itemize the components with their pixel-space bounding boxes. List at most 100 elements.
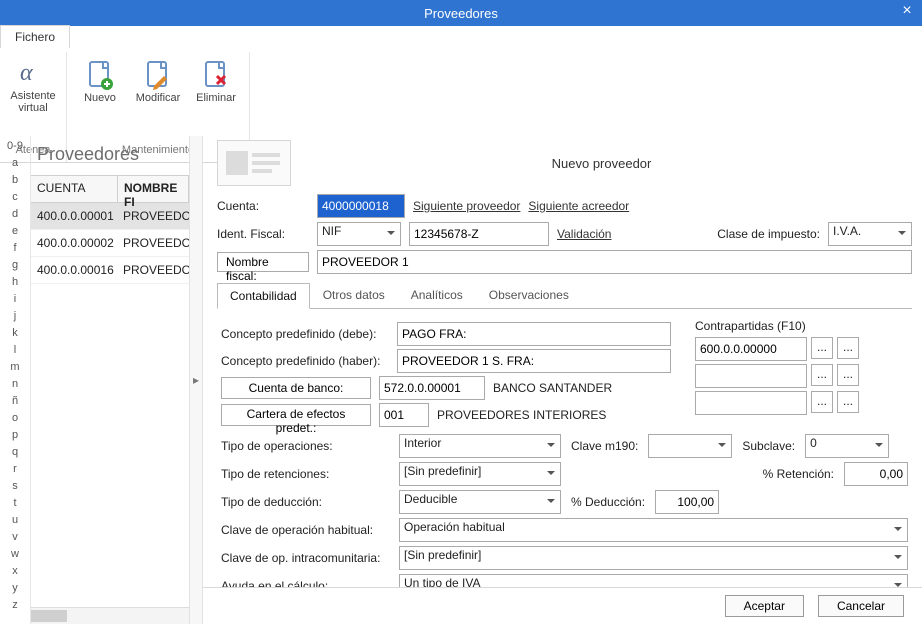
- contrapartida-1-browse-b[interactable]: ...: [837, 337, 859, 359]
- cuenta-input[interactable]: [317, 194, 405, 218]
- nombre-fiscal-input[interactable]: [317, 250, 912, 274]
- list-title: Proveedores: [31, 136, 189, 175]
- link-siguiente-acreedor[interactable]: Siguiente acreedor: [528, 199, 629, 213]
- table-row[interactable]: 400.0.0.00016PROVEEDOR: [31, 257, 189, 284]
- pct-retencion-input[interactable]: [844, 462, 908, 486]
- alpha-m[interactable]: m: [10, 359, 19, 376]
- contrapartida-3-input[interactable]: [695, 391, 807, 415]
- contrapartida-2-input[interactable]: [695, 364, 807, 388]
- tipo-operaciones-select[interactable]: Interior: [399, 434, 561, 458]
- delete-button[interactable]: Eliminar: [189, 56, 243, 106]
- grid-header: CUENTA NOMBRE FI: [31, 176, 189, 203]
- col-cuenta[interactable]: CUENTA: [31, 176, 118, 202]
- label-clave-m190: Clave m190:: [571, 439, 638, 453]
- alpha-f[interactable]: f: [13, 240, 16, 257]
- accept-button[interactable]: Aceptar: [725, 595, 804, 617]
- clave-intracomunitaria-select[interactable]: [Sin predefinir]: [399, 546, 908, 570]
- window-title: Proveedores: [24, 6, 898, 21]
- alpha-q[interactable]: q: [12, 444, 18, 461]
- ayuda-calculo-select[interactable]: Un tipo de IVA: [399, 574, 908, 587]
- alpha-i[interactable]: i: [14, 291, 16, 308]
- tab-otros-datos[interactable]: Otros datos: [310, 282, 398, 308]
- alpha-d[interactable]: d: [12, 206, 18, 223]
- alpha-l[interactable]: l: [14, 342, 16, 359]
- nombre-fiscal-button[interactable]: Nombre fiscal:: [217, 252, 309, 272]
- contrapartida-1-browse-a[interactable]: ...: [811, 337, 833, 359]
- contrapartida-2-browse-a[interactable]: ...: [811, 364, 833, 386]
- table-row[interactable]: 400.0.0.00002PROVEEDOR: [31, 230, 189, 257]
- alpha-v[interactable]: v: [12, 529, 18, 546]
- assistant-icon: α: [16, 56, 50, 90]
- file-tab[interactable]: Fichero: [0, 25, 70, 48]
- label-clave-intracomunitaria: Clave de op. intracomunitaria:: [221, 551, 389, 565]
- alpha-ñ[interactable]: ñ: [12, 393, 18, 410]
- alpha-w[interactable]: w: [11, 546, 19, 563]
- cuenta-banco-button[interactable]: Cuenta de banco:: [221, 377, 371, 399]
- alpha-c[interactable]: c: [12, 189, 18, 206]
- label-clase-impuesto: Clase de impuesto:: [717, 227, 820, 241]
- tipo-deduccion-select[interactable]: Deducible: [399, 490, 561, 514]
- cancel-button[interactable]: Cancelar: [818, 595, 904, 617]
- alpha-r[interactable]: r: [13, 461, 17, 478]
- dialog-footer: Aceptar Cancelar: [203, 587, 922, 624]
- alpha-u[interactable]: u: [12, 512, 18, 529]
- alpha-j[interactable]: j: [14, 308, 16, 325]
- alpha-h[interactable]: h: [12, 274, 18, 291]
- clave-m190-select[interactable]: [648, 434, 732, 458]
- table-row[interactable]: 400.0.0.00001PROVEEDOR: [31, 203, 189, 230]
- alpha-p[interactable]: p: [12, 427, 18, 444]
- alpha-k[interactable]: k: [12, 325, 18, 342]
- modify-icon: [141, 58, 175, 92]
- tab-observaciones[interactable]: Observaciones: [476, 282, 582, 308]
- contrapartida-3-browse-b[interactable]: ...: [837, 391, 859, 413]
- main-panel: Nuevo proveedor Cuenta: Siguiente provee…: [203, 136, 922, 624]
- expander-handle[interactable]: ▸: [190, 136, 203, 624]
- alpha-y[interactable]: y: [12, 580, 18, 597]
- close-icon[interactable]: ×: [898, 4, 916, 22]
- cartera-button[interactable]: Cartera de efectos predet.:: [221, 404, 371, 426]
- contrapartidas-title: Contrapartidas (F10): [695, 319, 908, 333]
- col-nombre[interactable]: NOMBRE FI: [118, 176, 189, 202]
- alpha-g[interactable]: g: [12, 257, 18, 274]
- pct-deduccion-input[interactable]: [655, 490, 719, 514]
- list-pane: Proveedores CUENTA NOMBRE FI 400.0.0.000…: [31, 136, 190, 624]
- ident-fiscal-type-select[interactable]: NIF: [317, 222, 401, 246]
- alpha-b[interactable]: b: [12, 172, 18, 189]
- contrapartida-3-browse-a[interactable]: ...: [811, 391, 833, 413]
- concepto-debe-input[interactable]: [397, 322, 671, 346]
- concepto-haber-input[interactable]: [397, 349, 671, 373]
- horizontal-scrollbar[interactable]: [31, 607, 189, 624]
- contrapartida-1-input[interactable]: [695, 337, 807, 361]
- assistant-button[interactable]: α Asistente virtual: [6, 54, 60, 116]
- new-button[interactable]: Nuevo: [73, 56, 127, 106]
- contrapartida-2-browse-b[interactable]: ...: [837, 364, 859, 386]
- alpha-t[interactable]: t: [13, 495, 16, 512]
- clase-impuesto-select[interactable]: I.V.A.: [828, 222, 912, 246]
- ident-fiscal-input[interactable]: [409, 222, 549, 246]
- cartera-code-input[interactable]: [379, 403, 429, 427]
- tab-contabilidad[interactable]: Contabilidad: [217, 283, 310, 309]
- label-concepto-debe: Concepto predefinido (debe):: [221, 327, 389, 341]
- grid: CUENTA NOMBRE FI 400.0.0.00001PROVEEDOR4…: [31, 175, 189, 624]
- alpha-o[interactable]: o: [12, 410, 18, 427]
- clave-op-habitual-select[interactable]: Operación habitual: [399, 518, 908, 542]
- alpha-x[interactable]: x: [12, 563, 18, 580]
- alpha-0-9[interactable]: 0-9: [7, 138, 23, 155]
- alpha-z[interactable]: z: [12, 597, 18, 614]
- link-validacion[interactable]: Validación: [557, 227, 611, 241]
- link-siguiente-proveedor[interactable]: Siguiente proveedor: [413, 199, 520, 213]
- panel-title: Nuevo proveedor: [291, 156, 912, 171]
- alpha-a[interactable]: a: [12, 155, 18, 172]
- modify-button[interactable]: Modificar: [131, 56, 185, 106]
- cuenta-banco-num-input[interactable]: [379, 376, 485, 400]
- titlebar: Proveedores ×: [0, 0, 922, 26]
- alpha-s[interactable]: s: [12, 478, 18, 495]
- alpha-n[interactable]: n: [12, 376, 18, 393]
- label-pct-retencion: % Retención:: [763, 467, 834, 481]
- ribbon: Fichero α Asistente virtual Atenea Nuevo: [0, 26, 922, 136]
- subclave-select[interactable]: 0: [805, 434, 889, 458]
- alpha-e[interactable]: e: [12, 223, 18, 240]
- tipo-retenciones-select[interactable]: [Sin predefinir]: [399, 462, 561, 486]
- tab-analiticos[interactable]: Analíticos: [398, 282, 476, 308]
- svg-text:α: α: [20, 60, 33, 86]
